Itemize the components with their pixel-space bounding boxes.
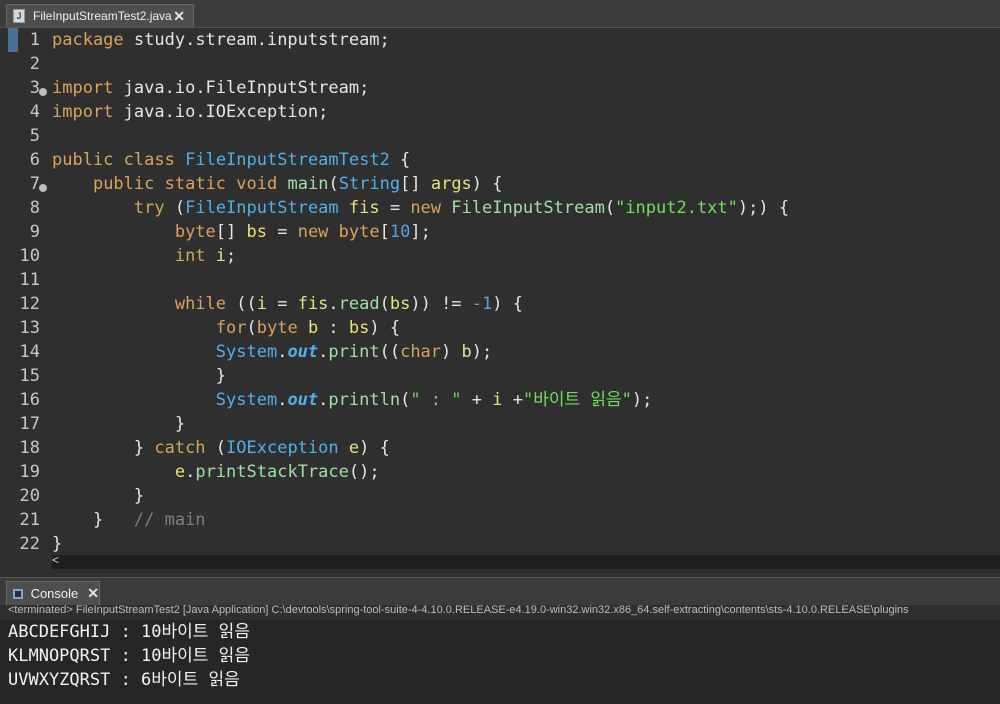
- code-line: public class FileInputStreamTest2 {: [52, 150, 411, 170]
- line-number: 2: [29, 54, 40, 74]
- editor-tab-bar: J FileInputStreamTest2.java ✕: [0, 0, 1000, 28]
- line-number: 13: [19, 318, 40, 338]
- code-line: e.printStackTrace();: [174, 462, 380, 482]
- close-icon[interactable]: ✕: [87, 585, 99, 602]
- code-line: System.out.println(" : " + i +"바이트 읽음");: [215, 390, 653, 410]
- code-line: int i;: [174, 246, 237, 266]
- code-line: } catch (IOException e) {: [52, 438, 390, 458]
- line-number: 12: [19, 294, 40, 314]
- console-tab-bar: Console ✕: [0, 577, 1000, 605]
- java-file-icon: J: [13, 9, 25, 23]
- line-number: 14: [19, 342, 40, 362]
- close-icon[interactable]: ✕: [173, 8, 185, 25]
- line-number: 8: [29, 198, 40, 218]
- code-line: import java.io.FileInputStream;: [52, 78, 370, 98]
- code-line: import java.io.IOException;: [52, 102, 329, 122]
- console-status: <terminated> FileInputStreamTest2 [Java …: [8, 604, 909, 616]
- line-number: 7: [29, 174, 40, 194]
- console-tab-title: Console: [30, 586, 79, 601]
- code-editor[interactable]: 1 2 3 4 5 6 7 8 9 10 11 12 13 14 15 16 17 18 19 20 21 22 pack…: [0, 28, 1000, 556]
- code-line: try (FileInputStream fis = new FileInput…: [133, 198, 790, 218]
- console-line: KLMNOPQRST : 10바이트 읽음: [8, 646, 250, 666]
- console-icon: [13, 588, 23, 599]
- line-number: 11: [19, 270, 40, 290]
- line-number: 4: [29, 102, 40, 122]
- line-number: 17: [19, 414, 40, 434]
- code-line: }: [52, 414, 186, 434]
- line-number: 1: [29, 30, 40, 50]
- line-number-gutter: 1 2 3 4 5 6 7 8 9 10 11 12 13 14 15 16 17 18 19 20 21 22: [0, 28, 46, 556]
- line-number: 6: [29, 150, 40, 170]
- horizontal-scrollbar[interactable]: <: [52, 553, 1000, 569]
- line-number: 19: [19, 462, 40, 482]
- code-line: public static void main(String[] args) {: [92, 174, 503, 194]
- editor-tab-title: FileInputStreamTest2.java: [33, 9, 172, 23]
- code-line: System.out.print((char) b);: [215, 342, 493, 362]
- line-number: 22: [19, 534, 40, 554]
- code-line: package study.stream.inputstream;: [52, 30, 390, 50]
- line-number: 15: [19, 366, 40, 386]
- line-number: 20: [19, 486, 40, 506]
- console-line: UVWXYZQRST : 6바이트 읽음: [8, 670, 240, 690]
- code-line: }: [52, 486, 145, 506]
- code-line: } // main: [52, 510, 206, 530]
- console-line: ABCDEFGHIJ : 10바이트 읽음: [8, 622, 250, 642]
- code-line: byte[] bs = new byte[10];: [174, 222, 431, 242]
- line-number: 21: [19, 510, 40, 530]
- scroll-left-icon[interactable]: <: [52, 553, 59, 567]
- line-number: 9: [29, 222, 40, 242]
- line-number: 5: [29, 126, 40, 146]
- code-line: for(byte b : bs) {: [215, 318, 401, 338]
- line-number: 16: [19, 390, 40, 410]
- line-number: 18: [19, 438, 40, 458]
- line-number: 3: [29, 78, 40, 98]
- code-line: }: [52, 366, 226, 386]
- fold-icon[interactable]: [39, 184, 47, 192]
- console-tab[interactable]: Console ✕: [6, 581, 100, 605]
- console-output[interactable]: ABCDEFGHIJ : 10바이트 읽음 KLMNOPQRST : 10바이트…: [0, 620, 1000, 704]
- line-number: 10: [19, 246, 40, 266]
- fold-icon[interactable]: [39, 88, 47, 96]
- code-line: while ((i = fis.read(bs)) != -1) {: [174, 294, 523, 314]
- editor-tab[interactable]: J FileInputStreamTest2.java ✕: [6, 4, 194, 27]
- ide-window: J FileInputStreamTest2.java ✕ 1234567891…: [0, 0, 1000, 704]
